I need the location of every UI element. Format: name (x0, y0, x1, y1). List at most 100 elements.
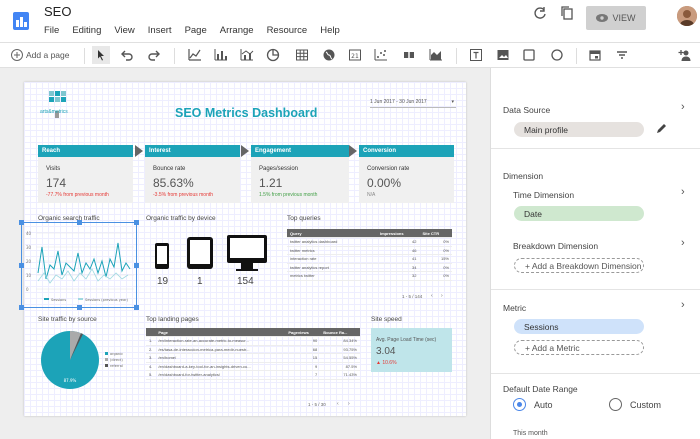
brand-logo-text: arts&metrics (40, 109, 68, 115)
pie-chart-icon[interactable] (264, 46, 282, 64)
menu-insert[interactable]: Insert (148, 25, 172, 36)
device-tablet-value: 1 (197, 276, 203, 287)
undo-icon[interactable] (118, 46, 136, 64)
next-page-icon[interactable]: › (441, 293, 443, 299)
rectangle-icon[interactable] (520, 46, 538, 64)
bullet-chart-icon[interactable] (400, 46, 418, 64)
prev-page-icon[interactable]: ‹ (337, 401, 339, 407)
table-row: interaction rate 41 15% (287, 254, 452, 264)
geo-map-icon[interactable] (320, 46, 338, 64)
data-studio-logo-icon[interactable] (11, 8, 31, 32)
image-icon[interactable] (494, 46, 512, 64)
view-button[interactable]: VIEW (586, 6, 646, 30)
site-speed-delta-value: 10.6% (382, 360, 397, 366)
resize-handle[interactable] (77, 305, 82, 310)
date-range-icon[interactable] (586, 46, 604, 64)
y-tick: 40 (26, 231, 32, 236)
resize-handle[interactable] (134, 305, 139, 310)
menu-resource[interactable]: Resource (267, 25, 308, 36)
resize-handle[interactable] (134, 263, 139, 268)
menu-help[interactable]: Help (320, 25, 340, 36)
table-icon[interactable] (293, 46, 311, 64)
resize-handle[interactable] (77, 220, 82, 225)
site-speed-card[interactable]: Avg. Page Load Time (sec) 3.04 ▲ 10.6% (371, 328, 452, 372)
avatar[interactable] (677, 6, 697, 26)
column-header[interactable]: Pageviews (285, 328, 321, 337)
site-traffic-pie[interactable]: 87.9% organic (direct) referral (40, 330, 130, 395)
combo-chart-icon[interactable] (238, 46, 256, 64)
report-title[interactable]: SEO (44, 4, 71, 19)
edit-pencil-icon[interactable] (655, 122, 668, 140)
kpi-header-reach: Reach (38, 145, 133, 157)
kpi-delta-reach: -77.7% from previous month (46, 192, 109, 198)
column-header[interactable]: Impressions (377, 229, 420, 238)
custom-radio-label: Custom (630, 400, 662, 410)
resize-handle[interactable] (19, 220, 24, 225)
toolbar-divider (84, 48, 85, 64)
column-header[interactable]: Query (287, 229, 377, 238)
column-header[interactable]: Site CTR (419, 229, 452, 238)
custom-radio[interactable] (609, 398, 622, 411)
column-header[interactable]: Page (155, 328, 286, 337)
resize-handle[interactable] (134, 220, 139, 225)
next-page-icon[interactable]: › (348, 401, 350, 407)
menu-editing[interactable]: Editing (72, 25, 101, 36)
table-cell: 46 (377, 246, 420, 255)
redo-icon[interactable] (145, 46, 163, 64)
refresh-icon[interactable] (533, 6, 547, 25)
text-icon[interactable] (467, 46, 485, 64)
table-row: twitter analytics dashboard 42 0% (287, 237, 452, 247)
organic-search-chart[interactable]: 40 30 20 10 0 Sessions Sessions (previou… (19, 220, 139, 310)
menu-view[interactable]: View (114, 25, 134, 36)
copy-icon[interactable] (560, 6, 574, 25)
date-range-sub: This month (513, 430, 548, 437)
metric-chip[interactable]: Sessions (514, 319, 644, 334)
kpi-header-conversion: Conversion (359, 145, 454, 157)
bar-chart-icon[interactable] (212, 46, 230, 64)
chevron-right-icon[interactable]: › (681, 299, 685, 311)
dimension-section: Dimension Time Dimension › Date Breakdow… (491, 149, 700, 290)
area-chart-icon[interactable] (427, 46, 445, 64)
flow-arrow (135, 145, 143, 157)
column-header[interactable]: Bounce Ra... (320, 328, 360, 337)
table-cell: /en/dashboard-a-key-tool-for-an-insights… (155, 362, 286, 371)
add-page-button[interactable]: Add a page (26, 50, 69, 60)
add-user-icon[interactable] (676, 46, 694, 64)
landing-table[interactable]: Page Pageviews Bounce Ra... 1./en/interact… (146, 328, 360, 380)
resize-handle[interactable] (19, 305, 24, 310)
auto-radio[interactable] (513, 398, 526, 411)
y-tick: 0 (26, 287, 29, 292)
time-series-icon[interactable] (186, 46, 204, 64)
table-cell: 9 (285, 362, 321, 371)
menu-arrange[interactable]: Arrange (220, 25, 254, 36)
add-page-icon[interactable] (8, 46, 26, 64)
circle-icon[interactable] (548, 46, 566, 64)
top-queries-table[interactable]: Query Impressions Site CTR twitter analyti… (287, 229, 452, 281)
table-cell: 0% (419, 263, 452, 272)
chevron-right-icon[interactable]: › (681, 186, 685, 198)
chevron-right-icon[interactable]: › (681, 237, 685, 249)
scorecard-icon[interactable]: 21 (346, 46, 364, 64)
menu-page[interactable]: Page (185, 25, 207, 36)
y-tick: 30 (26, 245, 32, 250)
chevron-right-icon[interactable]: › (681, 101, 685, 113)
prev-page-icon[interactable]: ‹ (431, 293, 433, 299)
kpi-delta-engagement: 1.5% from previous month (259, 192, 318, 198)
scatter-chart-icon[interactable] (372, 46, 390, 64)
table-cell: 0% (419, 237, 452, 247)
data-source-chip[interactable]: Main profile (514, 122, 644, 137)
menu-file[interactable]: File (44, 25, 59, 36)
resize-handle[interactable] (19, 263, 24, 268)
table-cell: 84.34% (320, 336, 360, 346)
organic-search-title: Organic search traffic (38, 215, 100, 222)
dimension-label: Dimension (503, 171, 544, 181)
select-cursor-icon[interactable] (92, 46, 110, 64)
add-breakdown-button[interactable]: + Add a Breakdown Dimension (514, 258, 644, 273)
add-metric-button[interactable]: + Add a Metric (514, 340, 644, 355)
date-range-control[interactable]: 1 Jun 2017 - 30 Jun 2017 ▾ (370, 99, 456, 108)
top-queries-title: Top queries (287, 215, 321, 222)
chevron-down-icon: ▾ (451, 99, 454, 105)
time-dimension-chip[interactable]: Date (514, 206, 644, 221)
filter-control-icon[interactable] (613, 46, 631, 64)
device-mobile-value: 19 (157, 276, 169, 287)
